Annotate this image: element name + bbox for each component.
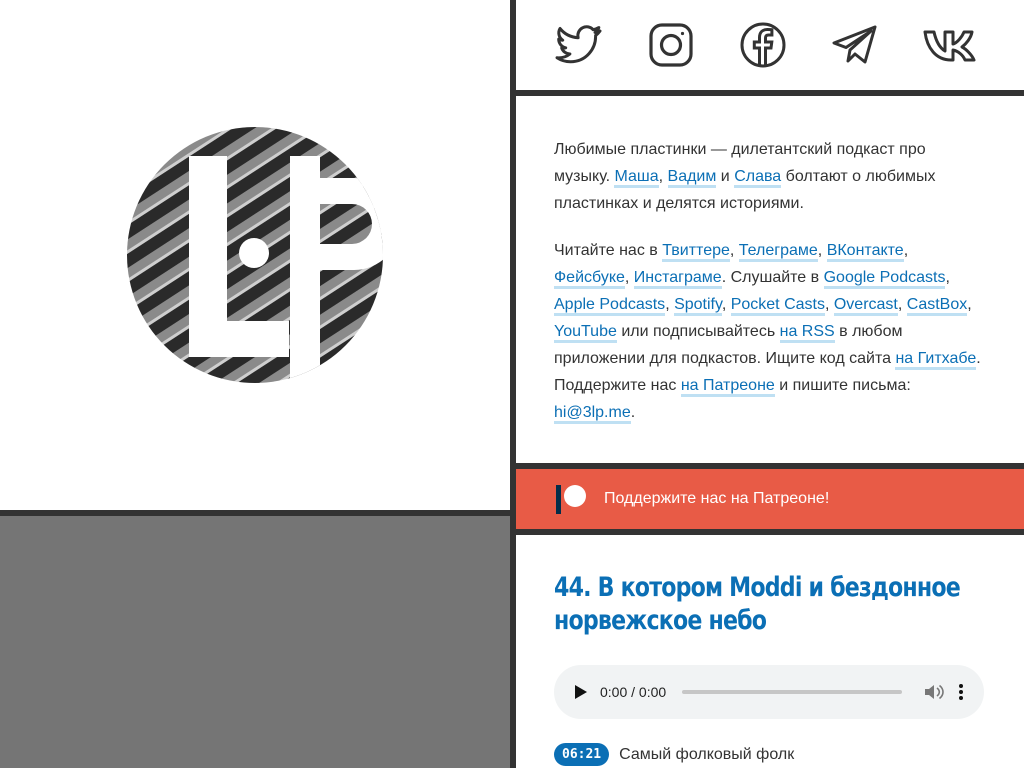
link-telegram[interactable]: Телеграме [738,242,818,262]
social-bar [516,0,1024,90]
link-vadim[interactable]: Вадим [667,168,717,188]
twitter-icon [555,25,602,64]
text: . [630,404,636,421]
link-rss[interactable]: на RSS [779,323,835,343]
chapter-item: 06:21 Самый фолковый фолк [554,743,986,766]
volume-icon[interactable] [924,683,944,701]
link-apple-podcasts[interactable]: Apple Podcasts [554,296,666,316]
text: или подписывайтесь [616,323,780,340]
link-spotify[interactable]: Spotify [674,296,722,316]
gray-panel [0,516,510,768]
progress-bar[interactable] [682,690,902,694]
text: , [658,168,668,185]
text: , [897,296,907,313]
more-options-icon[interactable] [958,683,964,701]
link-github[interactable]: на Гитхабе [895,350,977,370]
patreon-banner[interactable]: Поддержите нас на Патреоне! [516,469,1024,529]
text: , [624,269,634,286]
about-section: Любимые пластинки — дилетантский подкаст… [516,96,1024,463]
episode-section: 44. В котором Moddi и бездонное норвежск… [516,535,1024,768]
text: , [903,242,909,259]
about-paragraph-1: Любимые пластинки — дилетантский подкаст… [554,136,986,217]
facebook-icon [740,22,786,68]
3lp-logo[interactable] [126,126,384,384]
player-time: 0:00 / 0:00 [600,684,667,700]
link-patreon[interactable]: на Патреоне [680,377,775,397]
text: , [967,296,972,313]
link-pocket-casts[interactable]: Pocket Casts [730,296,825,316]
link-slava[interactable]: Слава [734,168,782,188]
link-facebook[interactable]: Фейсбуке [554,269,625,289]
instagram-link[interactable] [646,20,696,70]
text: . Слушайте в [721,269,824,286]
link-twitter[interactable]: Твиттере [662,242,730,262]
text: , [945,269,950,286]
patreon-icon [554,483,588,515]
text: , [665,296,675,313]
text: и пишите письма: [774,377,911,394]
text: , [817,242,827,259]
logo-panel [0,0,510,510]
instagram-icon [649,23,693,67]
link-masha[interactable]: Маша [614,168,659,188]
audio-player: 0:00 / 0:00 [554,665,984,719]
patreon-label: Поддержите нас на Патреоне! [604,490,830,507]
chapter-title: Самый фолковый фолк [619,745,795,763]
vk-link[interactable] [922,20,984,70]
about-paragraph-2: Читайте нас в Твиттере, Телеграме, ВКонт… [554,237,986,426]
episode-title[interactable]: 44. В котором Moddi и бездонное норвежск… [554,571,980,637]
text: , [824,296,834,313]
telegram-link[interactable] [830,20,880,70]
vk-icon [923,30,976,62]
link-google-podcasts[interactable]: Google Podcasts [823,269,946,289]
link-overcast[interactable]: Overcast [833,296,898,316]
link-instagram[interactable]: Инстаграме [633,269,722,289]
text: , [721,296,731,313]
text: и [716,168,735,185]
text: , [729,242,739,259]
twitter-link[interactable] [554,20,604,70]
link-email[interactable]: hi@3lp.me [554,404,631,424]
facebook-link[interactable] [738,20,788,70]
link-castbox[interactable]: CastBox [906,296,968,316]
chapter-timestamp[interactable]: 06:21 [554,743,610,766]
play-icon[interactable] [574,684,588,700]
text: Читайте нас в [554,242,663,259]
link-vk[interactable]: ВКонтакте [826,242,904,262]
link-youtube[interactable]: YouTube [554,323,617,343]
telegram-icon [832,25,877,64]
